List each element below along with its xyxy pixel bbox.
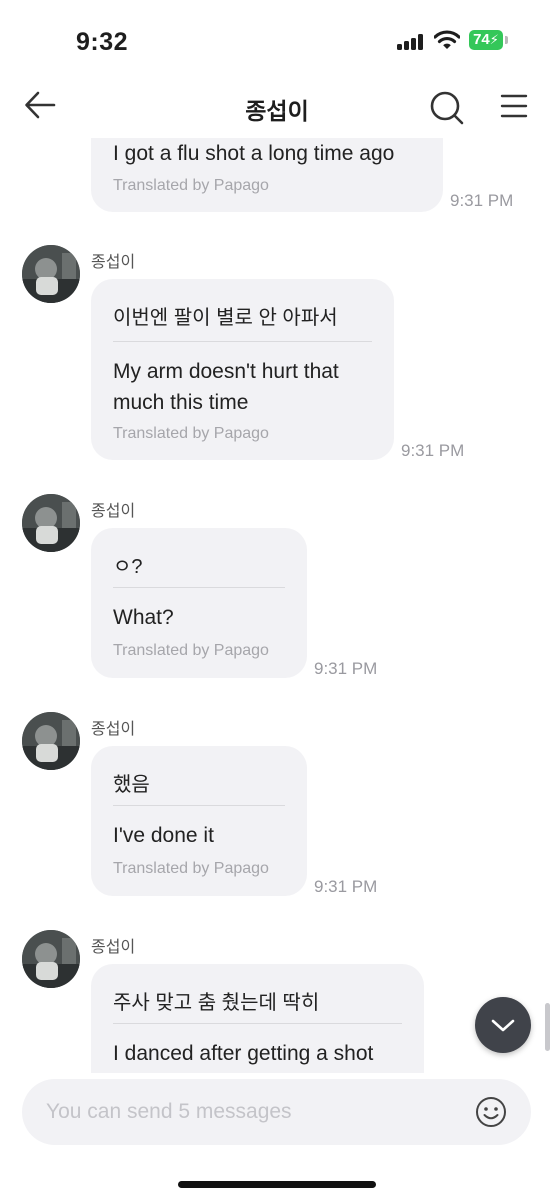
search-icon[interactable] bbox=[429, 90, 465, 126]
cellular-signal-icon bbox=[397, 34, 425, 50]
message-time: 9:31 PM bbox=[401, 441, 465, 460]
battery-level: 74 bbox=[473, 31, 490, 48]
status-time: 9:32 bbox=[76, 28, 129, 56]
translated-text: I danced after getting a shot bbox=[113, 1042, 374, 1065]
original-text: 이번엔 팔이 별로 안 아파서 bbox=[113, 307, 338, 329]
message-time: 9:31 PM bbox=[314, 877, 378, 896]
charging-bolt-icon: ⚡ bbox=[489, 32, 499, 47]
translation-credit: Translated by Papago bbox=[113, 425, 269, 442]
avatar-photo bbox=[22, 712, 80, 770]
scroll-to-bottom-button[interactable] bbox=[475, 997, 531, 1053]
sender-name: 종섭이 bbox=[91, 254, 136, 271]
avatar[interactable] bbox=[22, 712, 80, 770]
avatar-photo bbox=[22, 930, 80, 988]
translation-credit: Translated by Papago bbox=[113, 177, 269, 194]
hamburger-icon[interactable] bbox=[500, 94, 528, 118]
message-bubble: I got a flu shot a long time ago Transla… bbox=[91, 138, 443, 212]
translated-text: My arm doesn't hurt that bbox=[113, 360, 339, 383]
message-composer bbox=[22, 1079, 531, 1145]
avatar-photo bbox=[22, 494, 80, 552]
message-bubble: 이번엔 팔이 별로 안 아파서 My arm doesn't hurt that… bbox=[91, 279, 394, 460]
avatar[interactable] bbox=[22, 494, 80, 552]
bubble-divider bbox=[113, 1023, 402, 1024]
smiley-icon[interactable] bbox=[475, 1096, 507, 1128]
sender-name: 종섭이 bbox=[91, 939, 136, 956]
translation-credit: Translated by Papago bbox=[113, 642, 269, 659]
translated-text: I've done it bbox=[113, 824, 214, 847]
translation-credit: Translated by Papago bbox=[113, 860, 269, 877]
message-bubble: 했음 I've done it Translated by Papago bbox=[91, 746, 307, 896]
avatar-photo bbox=[22, 245, 80, 303]
avatar[interactable] bbox=[22, 245, 80, 303]
message-time: 9:31 PM bbox=[450, 191, 514, 210]
translated-text: What? bbox=[113, 606, 174, 629]
translated-text: much this time bbox=[113, 391, 249, 414]
original-text: 했음 bbox=[113, 774, 150, 796]
message-bubble: ㅇ? What? Translated by Papago bbox=[91, 528, 307, 678]
sender-name: 종섭이 bbox=[91, 503, 136, 520]
bubble-divider bbox=[113, 587, 285, 588]
message-time: 9:31 PM bbox=[314, 659, 378, 678]
translated-text: I got a flu shot a long time ago bbox=[113, 142, 395, 165]
battery-cap bbox=[505, 36, 508, 44]
bubble-divider bbox=[113, 341, 372, 342]
message-bubble: 주사 맞고 춤 췄는데 딱히 I danced after getting a … bbox=[91, 964, 424, 1073]
chevron-down-icon bbox=[491, 1019, 515, 1032]
sender-name: 종섭이 bbox=[91, 721, 136, 738]
chat-title: 종섭이 bbox=[245, 98, 309, 124]
message-input[interactable] bbox=[46, 1079, 466, 1145]
wifi-icon bbox=[434, 30, 460, 49]
home-indicator[interactable] bbox=[178, 1181, 376, 1188]
original-text: 주사 맞고 춤 췄는데 딱히 bbox=[113, 992, 320, 1014]
battery-indicator: 74⚡ bbox=[469, 30, 503, 50]
original-text: ㅇ? bbox=[113, 556, 143, 578]
avatar[interactable] bbox=[22, 930, 80, 988]
bubble-divider bbox=[113, 805, 285, 806]
scrollbar[interactable] bbox=[545, 1003, 550, 1051]
message-list[interactable]: I got a flu shot a long time ago Transla… bbox=[0, 138, 554, 1073]
